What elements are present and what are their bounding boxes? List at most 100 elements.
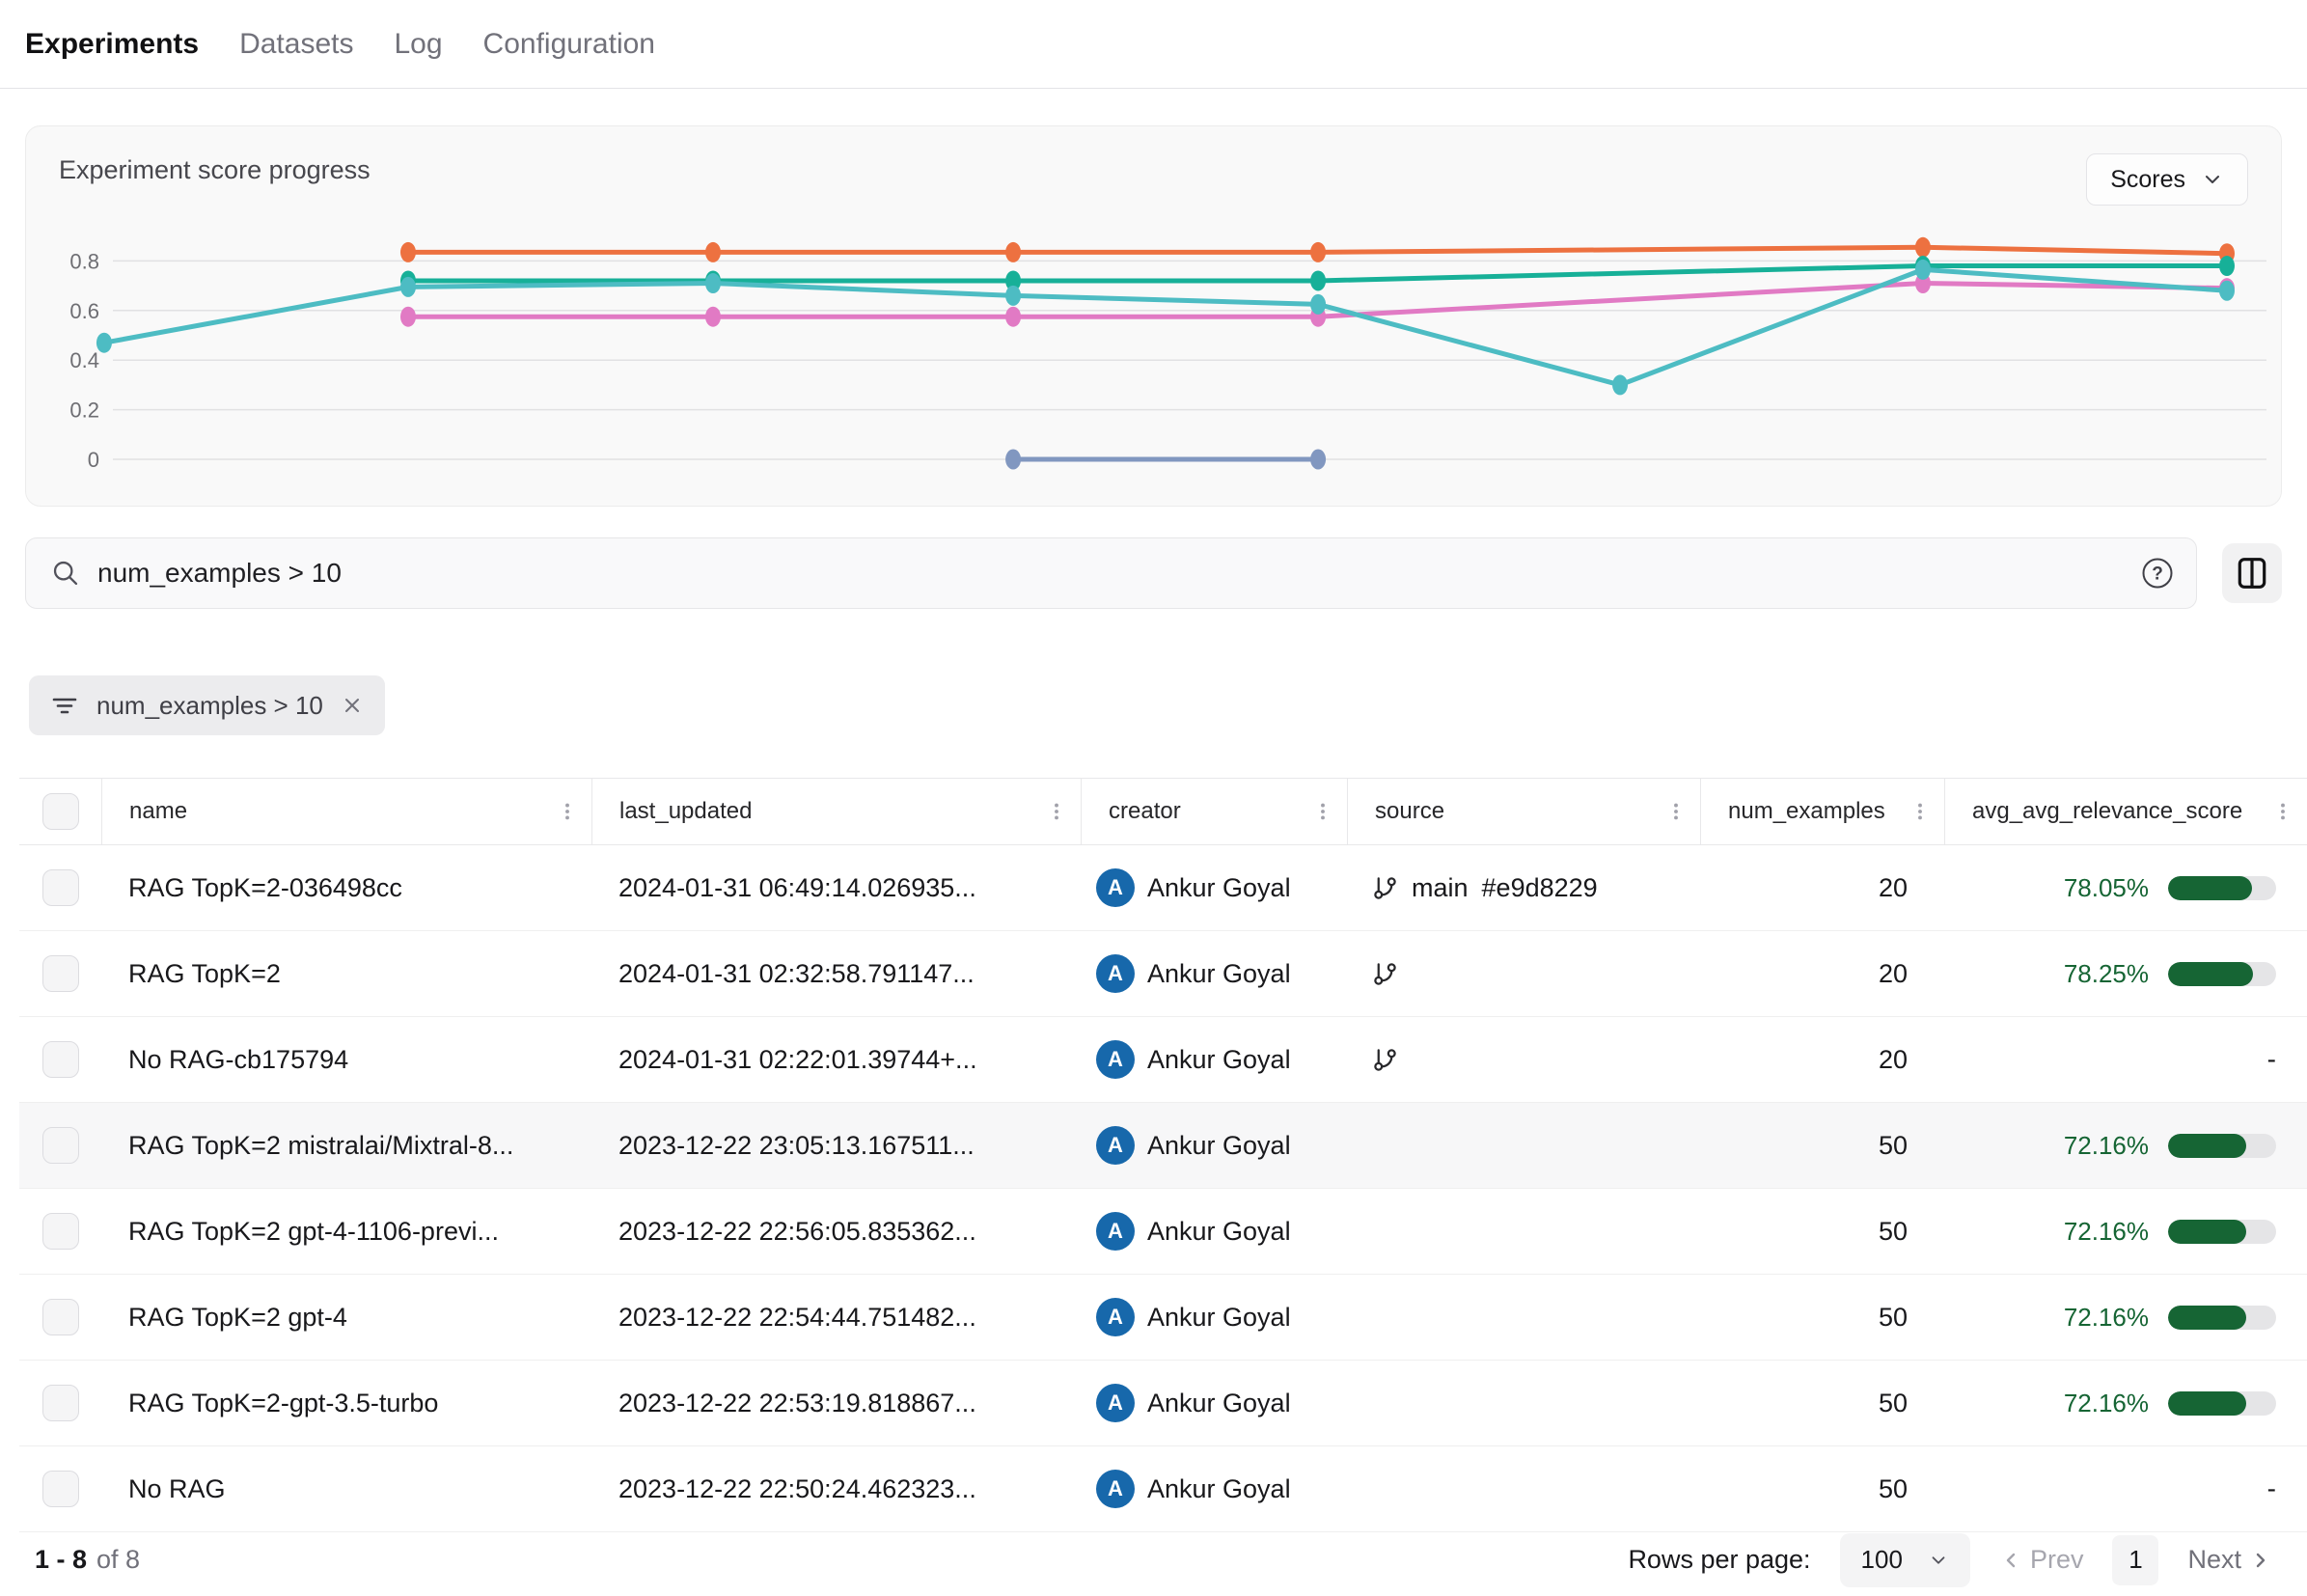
row-checkbox[interactable] [42,1041,79,1078]
table-row[interactable]: RAG TopK=2 mistralai/Mixtral-8... 2023-1… [19,1103,2307,1189]
svg-text:0.8: 0.8 [69,249,99,273]
filter-icon [50,691,79,720]
experiment-name[interactable]: RAG TopK=2 [128,959,281,989]
creator-cell: A Ankur Goyal [1081,931,1347,1016]
table-row[interactable]: RAG TopK=2-036498cc 2024-01-31 06:49:14.… [19,845,2307,931]
score-cell: 78.25% [1944,931,2307,1016]
tab-datasets[interactable]: Datasets [239,28,353,61]
header-source[interactable]: source [1347,779,1700,844]
svg-text:0.6: 0.6 [69,299,99,323]
row-checkbox[interactable] [42,1471,79,1507]
creator-cell: A Ankur Goyal [1081,1446,1347,1531]
score-bar-fill [2168,1134,2246,1158]
creator-cell: A Ankur Goyal [1081,1017,1347,1102]
header-num-examples[interactable]: num_examples [1700,779,1944,844]
table-row[interactable]: RAG TopK=2 gpt-4 2023-12-22 22:54:44.751… [19,1275,2307,1361]
table-row[interactable]: RAG TopK=2-gpt-3.5-turbo 2023-12-22 22:5… [19,1361,2307,1446]
tab-configuration[interactable]: Configuration [483,28,655,61]
num-examples-value: 50 [1879,1389,1908,1418]
filter-chip[interactable]: num_examples > 10 [29,675,385,735]
score-progress-card: Experiment score progress Scores 00.20.4… [25,125,2282,507]
table-header: name last_updated creator source num_exa… [19,778,2307,845]
experiment-name-cell: RAG TopK=2 gpt-4 [101,1275,591,1360]
experiment-name[interactable]: No RAG-cb175794 [128,1045,348,1075]
score-cell: 72.16% [1944,1361,2307,1445]
kebab-menu-icon[interactable] [2272,800,2293,823]
last-updated-value: 2023-12-22 22:50:24.462323... [618,1474,976,1504]
experiment-name[interactable]: RAG TopK=2 gpt-4-1106-previ... [128,1217,499,1247]
scores-dropdown-button[interactable]: Scores [2086,153,2248,206]
experiment-name[interactable]: RAG TopK=2-gpt-3.5-turbo [128,1389,438,1418]
score-bar [2168,1220,2276,1244]
search-input[interactable] [96,557,2140,590]
select-all-checkbox[interactable] [42,793,79,830]
prev-page-button[interactable]: Prev [1999,1545,2084,1575]
close-icon[interactable] [341,694,364,717]
score-value: 78.25% [2064,959,2149,989]
row-checkbox[interactable] [42,1385,79,1421]
git-branch-icon [1372,1047,1398,1073]
kebab-menu-icon[interactable] [1312,800,1333,823]
num-examples-cell: 50 [1700,1103,1944,1188]
toggle-panel-button[interactable] [2222,543,2282,603]
header-last-updated[interactable]: last_updated [591,779,1081,844]
row-checkbox[interactable] [42,1299,79,1335]
row-checkbox[interactable] [42,1127,79,1164]
experiment-name[interactable]: No RAG [128,1474,226,1504]
num-examples-value: 20 [1879,873,1908,903]
num-examples-cell: 20 [1700,845,1944,930]
experiment-name[interactable]: RAG TopK=2 mistralai/Mixtral-8... [128,1131,513,1161]
creator-cell: A Ankur Goyal [1081,1189,1347,1274]
score-cell: 78.05% [1944,845,2307,930]
score-bar [2168,1391,2276,1416]
chevron-down-icon [2201,168,2224,191]
header-last-updated-label: last_updated [619,798,752,825]
header-name[interactable]: name [101,779,591,844]
last-updated-cell: 2023-12-22 22:53:19.818867... [591,1361,1081,1445]
source-branch: main [1412,873,1469,903]
current-page-indicator[interactable]: 1 [2112,1535,2158,1585]
search-bar[interactable]: ? [25,537,2197,609]
row-select-cell [19,1189,101,1274]
last-updated-cell: 2024-01-31 02:22:01.39744+... [591,1017,1081,1102]
avatar: A [1096,954,1135,993]
help-icon[interactable]: ? [2140,556,2175,591]
top-nav: Experiments Datasets Log Configuration [0,0,2307,89]
chevron-right-icon [2249,1549,2272,1572]
row-checkbox[interactable] [42,955,79,992]
tab-experiments[interactable]: Experiments [25,28,199,61]
score-value: 72.16% [2064,1131,2149,1161]
table-row[interactable]: No RAG-cb175794 2024-01-31 02:22:01.3974… [19,1017,2307,1103]
tab-log[interactable]: Log [394,28,442,61]
score-value: 72.16% [2064,1217,2149,1247]
filter-chip-label: num_examples > 10 [96,691,323,721]
avatar: A [1096,1040,1135,1079]
next-page-button[interactable]: Next [2187,1545,2272,1575]
experiment-name-cell: RAG TopK=2 [101,931,591,1016]
table-row[interactable]: No RAG 2023-12-22 22:50:24.462323... A A… [19,1446,2307,1532]
num-examples-value: 50 [1879,1217,1908,1247]
header-creator[interactable]: creator [1081,779,1347,844]
source-commit: #e9d8229 [1482,873,1598,903]
score-value: 78.05% [2064,873,2149,903]
kebab-menu-icon[interactable] [1909,800,1931,823]
num-examples-value: 20 [1879,959,1908,989]
source-cell [1347,1017,1700,1102]
score-cell: 72.16% [1944,1103,2307,1188]
kebab-menu-icon[interactable] [1665,800,1687,823]
row-select-cell [19,1103,101,1188]
creator-name: Ankur Goyal [1147,1389,1291,1418]
row-checkbox[interactable] [42,869,79,906]
rows-per-page-select[interactable]: 100 [1840,1533,1970,1587]
header-avg-relevance-score[interactable]: avg_avg_relevance_score [1944,779,2307,844]
experiment-name[interactable]: RAG TopK=2-036498cc [128,873,402,903]
creator-name: Ankur Goyal [1147,1303,1291,1333]
avatar: A [1096,1470,1135,1508]
table-row[interactable]: RAG TopK=2 2024-01-31 02:32:58.791147...… [19,931,2307,1017]
experiment-name[interactable]: RAG TopK=2 gpt-4 [128,1303,347,1333]
kebab-menu-icon[interactable] [1046,800,1067,823]
row-checkbox[interactable] [42,1213,79,1250]
table-row[interactable]: RAG TopK=2 gpt-4-1106-previ... 2023-12-2… [19,1189,2307,1275]
row-select-cell [19,931,101,1016]
kebab-menu-icon[interactable] [557,800,578,823]
